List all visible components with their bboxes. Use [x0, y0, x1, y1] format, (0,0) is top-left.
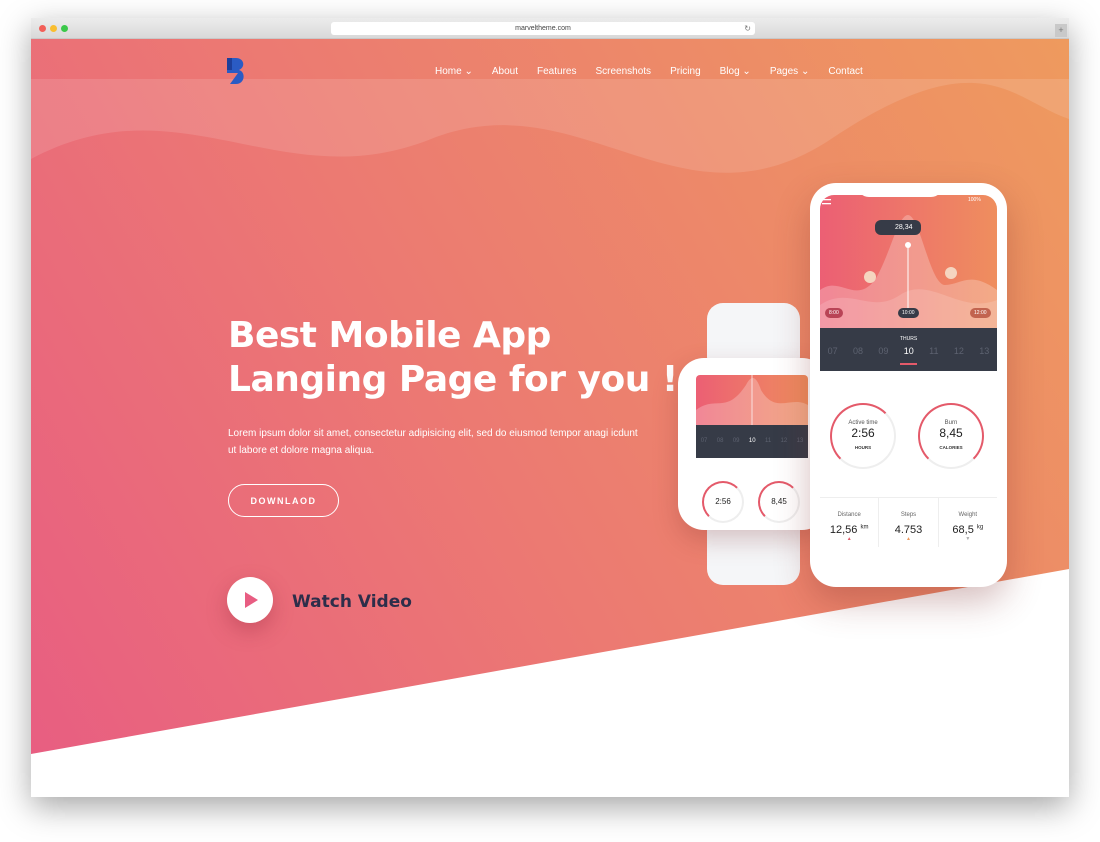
- stats-row: Distance 12,56 km ▲ Steps 4.753 ▲ Weight 68,5…: [820, 497, 997, 547]
- nav-features[interactable]: Features: [537, 66, 576, 77]
- stat-weight: Weight 68,5 kg ▼: [952, 512, 984, 542]
- stat-distance: Distance 12,56 km ▲: [820, 498, 880, 547]
- time-label: 12:00: [970, 308, 991, 318]
- active-time-ring: Active time 2:56 HOURS: [830, 403, 896, 469]
- nav-contact[interactable]: Contact: [828, 66, 862, 77]
- reload-icon[interactable]: ↻: [744, 22, 751, 35]
- time-label: 8:00: [825, 308, 843, 318]
- value-bubble: 28,34: [875, 220, 921, 235]
- browser-window: marveltheme.com ↻ + Home ⌄ About Features…: [31, 18, 1069, 797]
- nav-screenshots[interactable]: Screenshots: [595, 66, 651, 77]
- day-picker[interactable]: THURS 07 08 09 10 11 12 13: [820, 328, 997, 371]
- watch-video-link[interactable]: Watch Video: [292, 592, 412, 612]
- burn-ring: Burn 8,45 CALORIES: [918, 403, 984, 469]
- battery-text: 100%: [968, 197, 981, 203]
- hero-lead: Lorem ipsum dolor sit amet, consectetur …: [228, 428, 638, 456]
- url-text: marveltheme.com: [515, 25, 571, 32]
- browser-toolbar: marveltheme.com ↻ +: [31, 18, 1069, 39]
- nav-blog[interactable]: Blog ⌄: [720, 66, 751, 77]
- activity-chart: 100% 28,34 8:00 10:00 12:00: [820, 195, 997, 328]
- minimize-icon[interactable]: [50, 25, 57, 32]
- stat-steps: Steps 4.753 ▲: [879, 498, 939, 547]
- time-label: 10:00: [898, 308, 919, 318]
- nav-pages[interactable]: Pages ⌄: [770, 66, 810, 77]
- nav-pricing[interactable]: Pricing: [670, 66, 701, 77]
- maximize-icon[interactable]: [61, 25, 68, 32]
- nav-home[interactable]: Home ⌄: [435, 66, 473, 77]
- play-video-button[interactable]: [227, 577, 273, 623]
- phone-mockup: 100% 28,34 8:00 10:00 12:00 THURS 07 08 09…: [810, 183, 1007, 587]
- main-nav: Home ⌄ About Features Screenshots Pricin…: [435, 66, 863, 77]
- nav-about[interactable]: About: [492, 66, 518, 77]
- hero-title: Best Mobile App Langing Page for you !: [228, 315, 678, 400]
- download-button[interactable]: DOWNLAOD: [228, 484, 339, 517]
- address-bar[interactable]: marveltheme.com ↻: [331, 22, 755, 35]
- logo-icon[interactable]: [227, 58, 247, 86]
- smartwatch-mockup: 07 08 09 10 11 12 13 2:56 8,45: [678, 303, 828, 585]
- new-tab-button[interactable]: +: [1055, 24, 1067, 37]
- close-icon[interactable]: [39, 25, 46, 32]
